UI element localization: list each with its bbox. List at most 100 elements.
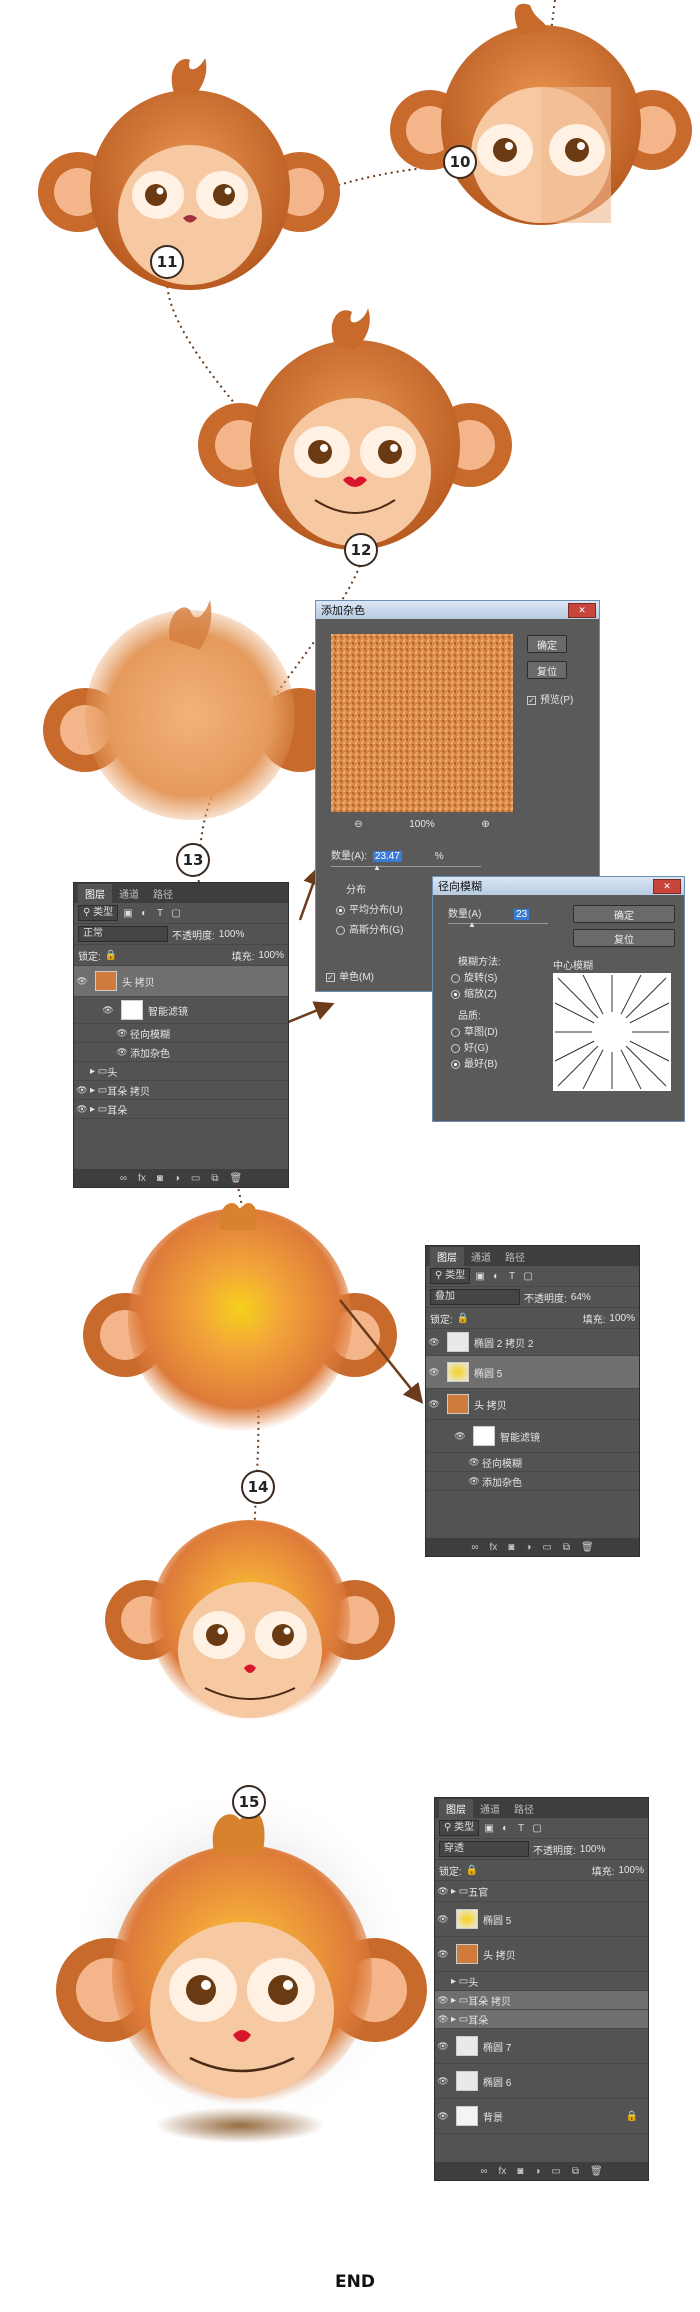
filter-select[interactable]: ⚲ 类型	[430, 1268, 471, 1284]
adjust-filter-icon[interactable]: ◐	[138, 907, 150, 919]
layer-row[interactable]: 👁 椭圆 5	[426, 1356, 639, 1389]
slider-thumb-icon[interactable]: ▲	[373, 863, 381, 872]
zoom-radio[interactable]: 缩放(Z)	[451, 985, 497, 1000]
link-icon[interactable]: ∞	[471, 1542, 478, 1553]
adjust-filter-icon[interactable]: ◐	[499, 1822, 511, 1834]
layer-row[interactable]: 👁 背景 🔒	[435, 2099, 648, 2134]
layer-row[interactable]: 👁 添加杂色	[426, 1472, 639, 1491]
tab-channels[interactable]: 通道	[112, 884, 146, 903]
blur-center-preview[interactable]	[553, 973, 671, 1091]
fx-icon[interactable]: fx	[138, 1173, 146, 1184]
layer-row[interactable]: 👁 ▸ ▭ 耳朵	[74, 1100, 288, 1119]
eye-icon[interactable]: 👁	[435, 2041, 451, 2052]
eye-icon[interactable]: 👁	[74, 1085, 90, 1096]
eye-icon[interactable]: 👁	[452, 1431, 468, 1442]
opacity-value[interactable]: 64%	[571, 1292, 591, 1303]
fill-value[interactable]: 100%	[618, 1865, 644, 1876]
gaussian-radio[interactable]: 高斯分布(G)	[336, 921, 403, 936]
filter-select[interactable]: ⚲ 类型	[78, 905, 119, 921]
layer-row[interactable]: 👁 ▸ ▭ 五官	[435, 1881, 648, 1902]
tab-paths[interactable]: 路径	[498, 1247, 532, 1266]
blend-mode-select[interactable]: 叠加	[430, 1289, 520, 1305]
layer-row[interactable]: 👁 ▸ ▭ 耳朵 拷贝	[74, 1081, 288, 1100]
mask-icon[interactable]: ◙	[508, 1542, 514, 1553]
pixel-filter-icon[interactable]: ▣	[474, 1270, 486, 1282]
layer-row[interactable]: ▸ ▭ 头	[435, 1972, 648, 1991]
shape-filter-icon[interactable]: ▢	[170, 907, 182, 919]
pixel-filter-icon[interactable]: ▣	[122, 907, 134, 919]
new-layer-icon[interactable]: ⧉	[572, 2166, 579, 2177]
lock-icon[interactable]: 🔒	[466, 1864, 478, 1876]
tab-layers[interactable]: 图层	[430, 1247, 464, 1266]
mono-checkbox[interactable]: ✓ 单色(M)	[326, 968, 374, 983]
layer-row[interactable]: 👁 头 拷贝	[435, 1937, 648, 1972]
reset-button[interactable]: 复位	[573, 929, 675, 947]
draft-radio[interactable]: 草图(D)	[451, 1023, 498, 1038]
reset-button[interactable]: 复位	[527, 661, 567, 679]
ok-button[interactable]: 确定	[527, 635, 567, 653]
adjustment-icon[interactable]: ◑	[534, 2166, 540, 2177]
tab-channels[interactable]: 通道	[473, 1799, 507, 1818]
eye-icon[interactable]: 👁	[426, 1337, 442, 1348]
layer-row[interactable]: 👁 智能滤镜	[426, 1420, 639, 1453]
opacity-value[interactable]: 100%	[580, 1844, 606, 1855]
close-icon[interactable]: ✕	[653, 879, 681, 894]
fx-icon[interactable]: fx	[498, 2166, 506, 2177]
layer-row[interactable]: 👁 径向模糊	[426, 1453, 639, 1472]
layer-row[interactable]: 👁 椭圆 2 拷贝 2	[426, 1329, 639, 1356]
slider-thumb-icon[interactable]: ▲	[468, 920, 476, 929]
eye-icon[interactable]: 👁	[435, 2076, 451, 2087]
blend-mode-select[interactable]: 正常	[78, 926, 168, 942]
eye-icon[interactable]: 👁	[114, 1047, 130, 1058]
tab-paths[interactable]: 路径	[507, 1799, 541, 1818]
adjust-filter-icon[interactable]: ◐	[490, 1270, 502, 1282]
layer-row[interactable]: 👁 椭圆 5	[435, 1902, 648, 1937]
group-icon[interactable]: ▭	[551, 2166, 560, 2177]
layer-row[interactable]: ▸ ▭ 头	[74, 1062, 288, 1081]
type-filter-icon[interactable]: T	[154, 907, 166, 919]
spin-radio[interactable]: 旋转(S)	[451, 969, 497, 984]
new-layer-icon[interactable]: ⧉	[563, 1542, 570, 1553]
layer-row[interactable]: 👁 ▸ ▭ 耳朵	[435, 2010, 648, 2029]
amount-input[interactable]: 23.47	[372, 851, 402, 862]
ok-button[interactable]: 确定	[573, 905, 675, 923]
layer-row[interactable]: 👁 椭圆 7	[435, 2029, 648, 2064]
trash-icon[interactable]: 🗑	[581, 1542, 594, 1553]
layer-row[interactable]: 👁 椭圆 6	[435, 2064, 648, 2099]
eye-icon[interactable]: 👁	[466, 1476, 482, 1487]
pixel-filter-icon[interactable]: ▣	[483, 1822, 495, 1834]
eye-icon[interactable]: 👁	[74, 1104, 90, 1115]
eye-icon[interactable]: 👁	[466, 1457, 482, 1468]
link-icon[interactable]: ∞	[480, 2166, 487, 2177]
eye-icon[interactable]: 👁	[435, 2111, 451, 2122]
tab-layers[interactable]: 图层	[78, 884, 112, 903]
layer-row[interactable]: 👁 添加杂色	[74, 1043, 288, 1062]
adjustment-icon[interactable]: ◑	[174, 1173, 180, 1184]
tab-paths[interactable]: 路径	[146, 884, 180, 903]
blend-mode-select[interactable]: 穿透	[439, 1841, 529, 1857]
eye-icon[interactable]: 👁	[435, 2014, 451, 2025]
fill-value[interactable]: 100%	[258, 950, 284, 961]
shape-filter-icon[interactable]: ▢	[531, 1822, 543, 1834]
layer-row[interactable]: 👁 智能滤镜	[74, 997, 288, 1024]
layer-row[interactable]: 👁 径向模糊	[74, 1024, 288, 1043]
trash-icon[interactable]: 🗑	[590, 2166, 603, 2177]
zoom-out-icon[interactable]: ⊖	[354, 819, 362, 830]
layer-row[interactable]: 👁 头 拷贝	[74, 966, 288, 997]
fx-icon[interactable]: fx	[489, 1542, 497, 1553]
close-icon[interactable]: ✕	[568, 603, 596, 618]
group-icon[interactable]: ▭	[542, 1542, 551, 1553]
adjustment-icon[interactable]: ◑	[525, 1542, 531, 1553]
eye-icon[interactable]: 👁	[426, 1367, 442, 1378]
best-radio[interactable]: 最好(B)	[451, 1055, 497, 1070]
amount-slider[interactable]: ▲	[448, 920, 548, 929]
trash-icon[interactable]: 🗑	[229, 1173, 242, 1184]
eye-icon[interactable]: 👁	[74, 976, 90, 987]
opacity-value[interactable]: 100%	[219, 929, 245, 940]
filter-select[interactable]: ⚲ 类型	[439, 1820, 480, 1836]
zoom-in-icon[interactable]: ⊕	[481, 819, 489, 830]
preview-checkbox[interactable]: ✓ 预览(P)	[527, 691, 573, 706]
layer-row[interactable]: 👁 头 拷贝	[426, 1389, 639, 1420]
eye-icon[interactable]: 👁	[435, 1914, 451, 1925]
amount-slider[interactable]: ▲	[331, 863, 481, 872]
